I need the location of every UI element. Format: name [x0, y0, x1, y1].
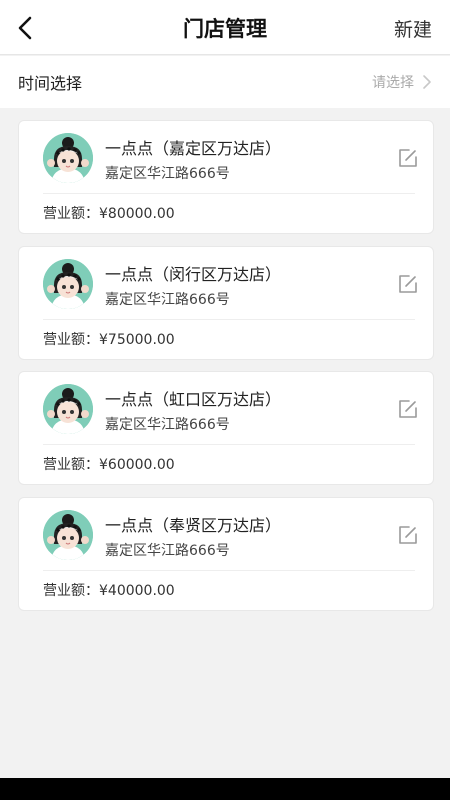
- store-avatar: [43, 384, 93, 434]
- store-revenue: 营业额：¥60000.00: [43, 454, 175, 474]
- revenue-value: ¥60000.00: [99, 457, 175, 473]
- time-filter-label: 时间选择: [18, 74, 83, 93]
- store-name: 一点点（嘉定区万达店）: [105, 139, 282, 158]
- store-avatar: [43, 133, 93, 183]
- edit-icon: [399, 525, 417, 544]
- avatar-icon: [43, 384, 93, 434]
- revenue-value: ¥75000.00: [99, 331, 175, 348]
- chevron-right-icon: [423, 75, 431, 89]
- revenue-value: ¥80000.00: [99, 206, 175, 222]
- store-list: 一点点（嘉定区万达店） 嘉定区华江路666号 营业额：¥80000.00 一点点…: [18, 120, 434, 622]
- time-filter-row[interactable]: 时间选择 请选择: [0, 56, 450, 108]
- avatar-icon: [43, 509, 93, 560]
- edit-store-button[interactable]: [397, 147, 419, 169]
- revenue-value: ¥40000.00: [99, 582, 175, 599]
- revenue-label: 营业额：: [43, 331, 99, 348]
- card-divider: [43, 193, 415, 194]
- page-title: 门店管理: [183, 17, 267, 41]
- store-name: 一点点（闵行区万达店）: [105, 264, 282, 284]
- store-card[interactable]: 一点点（闵行区万达店） 嘉定区华江路666号 营业额：¥75000.00: [18, 245, 434, 360]
- store-address: 嘉定区华江路666号: [105, 542, 230, 559]
- store-revenue: 营业额：¥75000.00: [43, 329, 175, 349]
- store-card[interactable]: 一点点（虹口区万达店） 嘉定区华江路666号 营业额：¥60000.00: [18, 371, 434, 485]
- store-name: 一点点（虹口区万达店）: [105, 390, 282, 409]
- new-store-button[interactable]: 新建: [394, 15, 432, 42]
- navigation-bar: 门店管理 新建: [0, 0, 450, 55]
- store-avatar: [43, 258, 93, 309]
- store-card[interactable]: 一点点（奉贤区万达店） 嘉定区华江路666号 营业额：¥40000.00: [18, 496, 434, 611]
- card-divider: [43, 444, 415, 445]
- avatar-icon: [43, 133, 93, 183]
- time-filter-selector[interactable]: 请选择: [372, 72, 432, 92]
- card-divider: [43, 569, 415, 571]
- edit-store-button[interactable]: [397, 524, 419, 546]
- home-indicator-bar: [0, 778, 450, 800]
- time-filter-placeholder: 请选择: [372, 75, 414, 91]
- avatar-icon: [43, 258, 93, 309]
- edit-icon: [399, 274, 417, 293]
- store-address: 嘉定区华江路666号: [105, 166, 230, 182]
- edit-store-button[interactable]: [397, 398, 419, 420]
- store-avatar: [43, 509, 93, 560]
- edit-store-button[interactable]: [397, 273, 419, 295]
- edit-icon: [399, 400, 417, 418]
- store-name: 一点点（奉贤区万达店）: [105, 515, 282, 535]
- revenue-label: 营业额：: [43, 206, 99, 222]
- store-revenue: 营业额：¥40000.00: [43, 580, 175, 600]
- store-address: 嘉定区华江路666号: [105, 417, 230, 433]
- revenue-label: 营业额：: [43, 582, 99, 599]
- card-divider: [43, 318, 415, 320]
- store-address: 嘉定区华江路666号: [105, 291, 230, 308]
- revenue-label: 营业额：: [43, 457, 99, 473]
- store-revenue: 营业额：¥80000.00: [43, 203, 175, 223]
- edit-icon: [399, 149, 417, 167]
- store-card[interactable]: 一点点（嘉定区万达店） 嘉定区华江路666号 营业额：¥80000.00: [18, 120, 434, 234]
